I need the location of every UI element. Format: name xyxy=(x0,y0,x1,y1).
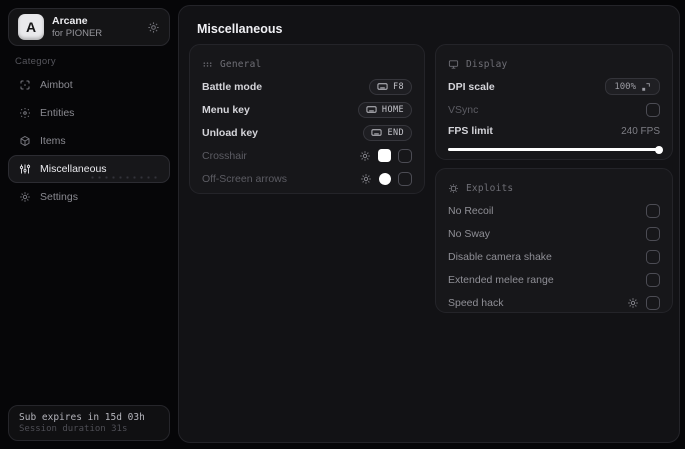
gear-icon xyxy=(18,191,31,203)
subscription-card: Sub expires in 15d 03h Session duration … xyxy=(8,405,170,441)
dots-grid-icon xyxy=(202,59,213,70)
dpi-scale-row: DPI scale 100% xyxy=(448,75,660,98)
sub-expiry-text: Sub expires in 15d 03h xyxy=(19,412,145,423)
extended-melee-range-checkbox[interactable] xyxy=(646,272,660,287)
offscreen-arrows-row: Off-Screen arrows xyxy=(202,167,412,190)
display-header: Display xyxy=(448,53,660,75)
sidebar-item-label: Aimbot xyxy=(40,79,73,91)
exploits-header: Exploits xyxy=(448,177,660,199)
crosshair-label: Crosshair xyxy=(202,149,247,162)
fps-limit-row: FPS limit 240 FPS xyxy=(448,121,660,141)
vsync-checkbox[interactable] xyxy=(646,102,660,117)
dpi-scale-select[interactable]: 100% xyxy=(605,78,660,95)
no-sway-checkbox[interactable] xyxy=(646,226,660,241)
keyboard-icon xyxy=(377,83,388,90)
sidebar-nav: Aimbot Entities Items Miscellaneous Sett… xyxy=(8,71,170,211)
settings-gear-icon[interactable] xyxy=(147,21,160,34)
dotted-decoration xyxy=(89,175,161,180)
speed-hack-row: Speed hack xyxy=(448,291,660,314)
scale-icon xyxy=(642,82,650,91)
app-logo: A xyxy=(18,14,44,40)
crosshair-row: Crosshair xyxy=(202,144,412,167)
unload-key-keybind[interactable]: END xyxy=(363,124,412,141)
brand-card: A Arcane for PIONER xyxy=(8,8,170,46)
monitor-icon xyxy=(448,59,459,70)
scan-icon xyxy=(18,79,31,91)
speed-hack-gear-icon[interactable] xyxy=(627,297,639,309)
slider-knob[interactable] xyxy=(655,145,663,154)
general-header: General xyxy=(202,53,412,75)
disable-camera-shake-label: Disable camera shake xyxy=(448,250,552,263)
exploits-card: Exploits No Recoil No Sway Disable camer… xyxy=(435,168,673,313)
sidebar-item-items[interactable]: Items xyxy=(8,127,170,155)
no-sway-label: No Sway xyxy=(448,227,491,240)
menu-key-label: Menu key xyxy=(202,103,250,116)
offscreen-arrows-gear-icon[interactable] xyxy=(360,173,372,185)
section-title: Display xyxy=(466,58,508,70)
entities-icon xyxy=(18,107,31,119)
unload-key-row: Unload key END xyxy=(202,121,412,144)
category-label: Category xyxy=(15,56,56,67)
disable-camera-shake-checkbox[interactable] xyxy=(646,249,660,264)
no-recoil-label: No Recoil xyxy=(448,204,494,217)
speed-hack-checkbox[interactable] xyxy=(646,295,660,310)
no-sway-row: No Sway xyxy=(448,222,660,245)
menu-key-keybind[interactable]: HOME xyxy=(357,101,412,118)
battle-mode-label: Battle mode xyxy=(202,80,263,93)
fps-limit-value: 240 FPS xyxy=(621,125,660,137)
fps-limit-slider[interactable] xyxy=(448,143,663,155)
box-icon xyxy=(18,135,31,147)
offscreen-arrows-label: Off-Screen arrows xyxy=(202,172,287,185)
dpi-scale-value: 100% xyxy=(614,81,636,92)
dpi-scale-label: DPI scale xyxy=(448,80,495,93)
slider-fill xyxy=(448,148,660,151)
fps-limit-label: FPS limit xyxy=(448,125,493,137)
no-recoil-row: No Recoil xyxy=(448,199,660,222)
sliders-icon xyxy=(18,163,31,175)
session-duration-text: Session duration 31s xyxy=(19,424,128,434)
extended-melee-range-row: Extended melee range xyxy=(448,268,660,291)
offscreen-arrows-checkbox[interactable] xyxy=(398,171,412,186)
vsync-label: VSync xyxy=(448,103,479,116)
brand-text: Arcane for PIONER xyxy=(52,15,139,40)
app-name: Arcane xyxy=(52,14,88,27)
sidebar-item-label: Settings xyxy=(40,191,78,203)
sidebar-item-label: Items xyxy=(40,135,66,147)
sidebar: A Arcane for PIONER Category Aimbot Enti… xyxy=(0,0,178,449)
sidebar-item-settings[interactable]: Settings xyxy=(8,183,170,211)
crosshair-checkbox[interactable] xyxy=(398,148,412,163)
app-subtitle: for PIONER xyxy=(52,27,103,39)
menu-key-row: Menu key HOME xyxy=(202,98,412,121)
speed-hack-label: Speed hack xyxy=(448,296,504,309)
page-title: Miscellaneous xyxy=(197,22,283,36)
vsync-row: VSync xyxy=(448,98,660,121)
sidebar-item-miscellaneous[interactable]: Miscellaneous xyxy=(8,155,170,183)
no-recoil-checkbox[interactable] xyxy=(646,203,660,218)
battle-mode-keybind[interactable]: F8 xyxy=(368,78,412,95)
sidebar-item-label: Entities xyxy=(40,107,75,119)
keyboard-icon xyxy=(371,129,382,136)
offscreen-arrows-color-swatch[interactable] xyxy=(379,172,391,185)
sidebar-item-aimbot[interactable]: Aimbot xyxy=(8,71,170,99)
display-card: Display DPI scale 100% VSync FPS limit 2… xyxy=(435,44,673,160)
sidebar-item-entities[interactable]: Entities xyxy=(8,99,170,127)
main-panel: Miscellaneous General Battle mode F8 Men… xyxy=(178,5,680,443)
crosshair-color-swatch[interactable] xyxy=(378,149,391,162)
unload-key-label: Unload key xyxy=(202,126,259,139)
extended-melee-range-label: Extended melee range xyxy=(448,273,554,286)
general-card: General Battle mode F8 Menu key HOME Unl… xyxy=(189,44,425,194)
section-title: Exploits xyxy=(466,182,514,194)
bug-icon xyxy=(448,183,459,194)
disable-camera-shake-row: Disable camera shake xyxy=(448,245,660,268)
battle-mode-row: Battle mode F8 xyxy=(202,75,412,98)
keyboard-icon xyxy=(366,106,377,113)
section-title: General xyxy=(220,58,262,70)
sidebar-item-label: Miscellaneous xyxy=(40,163,107,175)
crosshair-gear-icon[interactable] xyxy=(359,150,371,162)
